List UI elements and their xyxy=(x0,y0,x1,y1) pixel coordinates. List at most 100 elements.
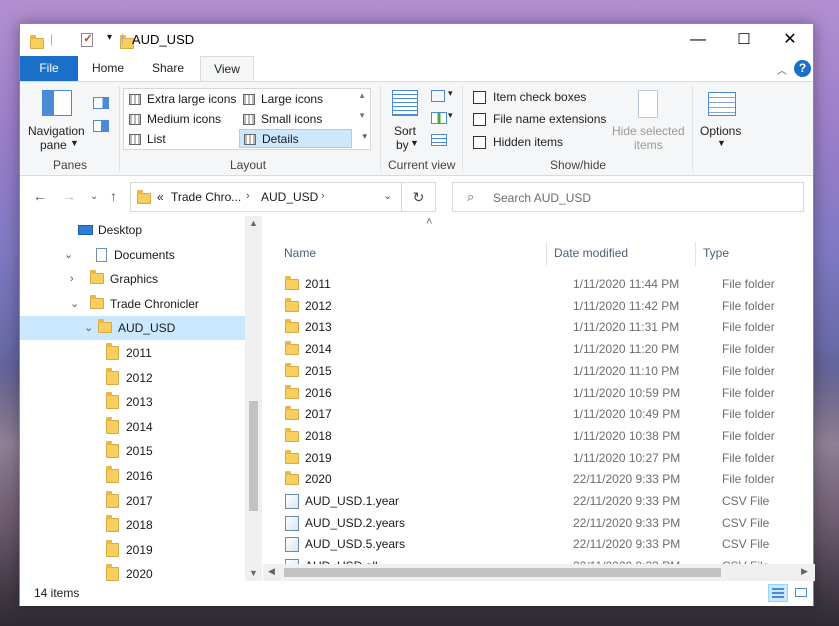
layout-medium-icons[interactable]: Medium icons xyxy=(125,110,238,129)
address-bar[interactable]: « Trade Chro... › AUD_USD › ⌄ xyxy=(130,182,402,212)
layout-list[interactable]: List xyxy=(125,130,238,149)
forward-arrow-icon[interactable]: → xyxy=(62,188,76,204)
scroll-down-icon[interactable]: ▼ xyxy=(249,568,258,578)
add-columns-icon[interactable] xyxy=(431,112,447,124)
chevron-right-icon[interactable]: › xyxy=(70,267,74,291)
chevron-right-icon[interactable]: › xyxy=(246,190,250,202)
chevron-down-icon[interactable]: ▼ xyxy=(70,138,79,148)
nav-item-2012[interactable]: 2012 xyxy=(20,366,245,390)
nav-item-2020[interactable]: 2020 xyxy=(20,562,245,581)
column-header-type[interactable]: Type xyxy=(703,246,729,260)
chevron-right-icon[interactable]: › xyxy=(321,190,325,202)
options-label[interactable]: Options xyxy=(700,124,741,138)
table-row[interactable]: 2015 1/11/2020 11:10 PM File folder xyxy=(283,361,783,382)
column-header-date-modified[interactable]: Date modified xyxy=(554,246,628,260)
horizontal-scrollbar[interactable]: ◀ ▶ xyxy=(263,564,815,581)
nav-item-documents[interactable]: ⌄ Documents xyxy=(20,243,245,267)
hidden-items-label[interactable]: Hidden items xyxy=(493,135,563,149)
tab-share[interactable]: Share xyxy=(142,56,194,81)
layout-small-icons[interactable]: Small icons xyxy=(239,110,352,129)
tab-view[interactable]: View xyxy=(200,56,254,82)
minimize-button[interactable]: — xyxy=(675,24,721,56)
chevron-down-icon[interactable]: ▾ xyxy=(448,110,453,121)
scrollbar-thumb[interactable] xyxy=(284,568,721,577)
recent-locations-icon[interactable]: ⌄ xyxy=(90,191,98,202)
file-name-extensions-checkbox[interactable] xyxy=(473,113,486,126)
breadcrumb-overflow[interactable]: « xyxy=(157,190,164,204)
file-name-extensions-label[interactable]: File name extensions xyxy=(493,112,606,126)
nav-item-2013[interactable]: 2013 xyxy=(20,390,245,414)
group-by-icon[interactable] xyxy=(431,90,445,102)
nav-item-2019[interactable]: 2019 xyxy=(20,538,245,562)
scroll-down-icon[interactable]: ▼ xyxy=(358,111,366,120)
tab-file[interactable]: File xyxy=(20,56,78,81)
nav-item-aud-usd[interactable]: ⌄ AUD_USD xyxy=(20,316,245,341)
back-arrow-icon[interactable]: ← xyxy=(33,188,47,204)
column-divider[interactable] xyxy=(546,242,547,266)
close-button[interactable]: ✕ xyxy=(767,24,813,56)
nav-item-2014[interactable]: 2014 xyxy=(20,415,245,439)
nav-item-2016[interactable]: 2016 xyxy=(20,464,245,488)
maximize-button[interactable]: ☐ xyxy=(721,24,767,56)
collapse-ribbon-icon[interactable]: ︿ xyxy=(777,62,787,77)
nav-item-2017[interactable]: 2017 xyxy=(20,489,245,513)
layout-details[interactable]: Details xyxy=(239,129,352,148)
item-check-boxes-checkbox[interactable] xyxy=(473,91,486,104)
layout-large-icons[interactable]: Large icons xyxy=(239,90,352,109)
details-view-button[interactable] xyxy=(768,584,788,602)
scroll-right-icon[interactable]: ▶ xyxy=(801,566,808,577)
table-row[interactable]: 2019 1/11/2020 10:27 PM File folder xyxy=(283,448,783,469)
nav-item-graphics[interactable]: › Graphics xyxy=(20,267,245,291)
sort-label-2[interactable]: by xyxy=(396,138,409,152)
chevron-down-icon[interactable]: ⌄ xyxy=(383,189,392,202)
chevron-down-icon[interactable]: ▼ xyxy=(410,138,419,148)
chevron-down-icon[interactable]: ⌄ xyxy=(84,316,93,340)
preview-pane-icon[interactable] xyxy=(93,97,109,109)
column-header-name[interactable]: Name xyxy=(284,246,316,260)
sort-icon[interactable] xyxy=(392,90,418,116)
table-row[interactable]: 2013 1/11/2020 11:31 PM File folder xyxy=(283,317,783,338)
details-pane-icon[interactable] xyxy=(93,120,109,132)
quick-access-dropdown-icon[interactable]: ▾ xyxy=(107,32,112,48)
chevron-down-icon[interactable]: ⌄ xyxy=(64,243,73,267)
table-row[interactable]: 2011 1/11/2020 11:44 PM File folder xyxy=(283,274,783,295)
table-row[interactable]: AUD_USD.2.years 22/11/2020 9:33 PM CSV Fil… xyxy=(283,513,783,534)
up-arrow-icon[interactable]: ↑ xyxy=(110,188,117,204)
scroll-left-icon[interactable]: ◀ xyxy=(268,566,275,577)
breadcrumb-aud-usd[interactable]: AUD_USD xyxy=(261,190,318,204)
nav-item-2011[interactable]: 2011 xyxy=(20,341,245,365)
search-box[interactable]: ⌕ Search AUD_USD xyxy=(452,182,804,212)
table-row[interactable]: 2012 1/11/2020 11:42 PM File folder xyxy=(283,296,783,317)
nav-item-2018[interactable]: 2018 xyxy=(20,513,245,537)
table-row[interactable]: AUD_USD.5.years 22/11/2020 9:33 PM CSV Fil… xyxy=(283,534,783,555)
navigation-pane-icon[interactable] xyxy=(42,90,72,116)
hidden-items-checkbox[interactable] xyxy=(473,136,486,149)
more-layouts-icon[interactable]: ▾ xyxy=(362,131,367,142)
scroll-up-icon[interactable]: ▲ xyxy=(358,91,366,100)
chevron-down-icon[interactable]: ▾ xyxy=(448,88,453,99)
navigation-pane-label[interactable]: Navigation xyxy=(28,124,85,138)
navigation-scrollbar[interactable]: ▲ ▼ xyxy=(245,216,262,581)
tab-home[interactable]: Home xyxy=(82,56,134,81)
search-input[interactable]: Search AUD_USD xyxy=(493,191,591,205)
item-check-boxes-label[interactable]: Item check boxes xyxy=(493,90,586,104)
layout-extra-large-icons[interactable]: Extra large icons xyxy=(125,90,238,109)
nav-item-desktop[interactable]: Desktop xyxy=(20,218,245,242)
table-row[interactable]: 2017 1/11/2020 10:49 PM File folder xyxy=(283,404,783,425)
options-icon[interactable] xyxy=(708,92,736,116)
column-divider[interactable] xyxy=(695,242,696,266)
breadcrumb-trade-chronicler[interactable]: Trade Chro... xyxy=(171,190,241,204)
nav-item-trade-chronicler[interactable]: ⌄ Trade Chronicler xyxy=(20,292,245,316)
table-row[interactable]: 2014 1/11/2020 11:20 PM File folder xyxy=(283,339,783,360)
table-row[interactable]: 2016 1/11/2020 10:59 PM File folder xyxy=(283,383,783,404)
table-row[interactable]: AUD_USD.1.year 22/11/2020 9:33 PM CSV File xyxy=(283,491,783,512)
chevron-down-icon[interactable]: ⌄ xyxy=(70,292,79,316)
table-row[interactable]: 2020 22/11/2020 9:33 PM File folder xyxy=(283,469,783,490)
help-icon[interactable]: ? xyxy=(794,60,811,77)
table-row[interactable]: 2018 1/11/2020 10:38 PM File folder xyxy=(283,426,783,447)
scrollbar-thumb[interactable] xyxy=(249,401,258,511)
navigation-pane-label-2[interactable]: pane xyxy=(40,138,67,152)
chevron-down-icon[interactable]: ▼ xyxy=(717,138,726,148)
scroll-up-icon[interactable]: ▲ xyxy=(249,218,258,228)
refresh-button[interactable]: ↻ xyxy=(402,182,436,212)
